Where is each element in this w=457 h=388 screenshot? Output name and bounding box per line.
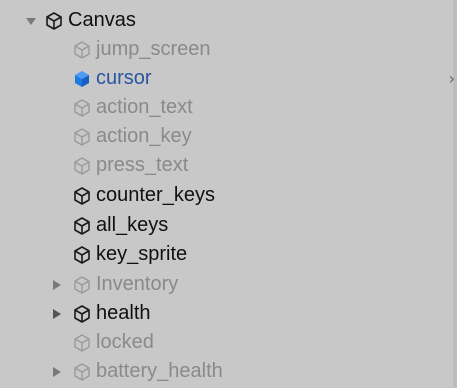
hierarchy-item-label: battery_health <box>96 360 223 382</box>
expanded-arrow-icon[interactable] <box>24 14 38 28</box>
hierarchy-item-label: jump_screen <box>96 38 211 60</box>
game-object-cube-icon <box>72 216 92 236</box>
hierarchy-item-label: action_key <box>96 125 192 147</box>
hierarchy-item-label: health <box>96 302 151 324</box>
game-object-cube-icon <box>72 69 92 89</box>
collapsed-arrow-icon[interactable] <box>50 307 64 321</box>
hierarchy-item-jump-screen[interactable]: jump_screen <box>0 35 445 64</box>
game-object-cube-icon <box>72 245 92 265</box>
panel-edge <box>453 0 457 387</box>
hierarchy-item-counter-keys[interactable]: counter_keys <box>0 181 445 210</box>
game-object-cube-icon <box>72 362 92 382</box>
game-object-cube-icon <box>72 156 92 176</box>
collapsed-arrow-icon[interactable] <box>50 278 64 292</box>
hierarchy-item-battery-health[interactable]: battery_health <box>0 357 445 386</box>
hierarchy-item-label: all_keys <box>96 214 169 236</box>
side-chevron-icon[interactable]: › <box>449 69 455 88</box>
game-object-cube-icon <box>72 186 92 206</box>
game-object-cube-icon <box>44 11 64 31</box>
hierarchy-item-inventory[interactable]: Inventory <box>0 270 445 299</box>
hierarchy-item-label: Canvas <box>68 9 136 31</box>
hierarchy-panel: Canvas jump_screen cursor action_text ac… <box>0 0 457 387</box>
hierarchy-item-press-text[interactable]: press_text <box>0 151 445 180</box>
game-object-cube-icon <box>72 333 92 353</box>
game-object-cube-icon <box>72 275 92 295</box>
hierarchy-item-label: counter_keys <box>96 184 215 206</box>
collapsed-arrow-icon[interactable] <box>50 365 64 379</box>
game-object-cube-icon <box>72 40 92 60</box>
hierarchy-item-action-key[interactable]: action_key <box>0 122 445 151</box>
hierarchy-item-label: locked <box>96 331 154 353</box>
game-object-cube-icon <box>72 98 92 118</box>
hierarchy-item-action-text[interactable]: action_text <box>0 93 445 122</box>
hierarchy-item-locked[interactable]: locked <box>0 328 445 357</box>
game-object-cube-icon <box>72 304 92 324</box>
hierarchy-item-label: action_text <box>96 96 193 118</box>
hierarchy-item-canvas[interactable]: Canvas <box>0 6 445 35</box>
hierarchy-item-label: key_sprite <box>96 243 188 265</box>
hierarchy-item-label: cursor <box>96 67 152 89</box>
hierarchy-item-cursor[interactable]: cursor <box>0 64 445 93</box>
hierarchy-item-all-keys[interactable]: all_keys <box>0 211 445 240</box>
hierarchy-item-label: Inventory <box>96 273 179 295</box>
hierarchy-item-health[interactable]: health <box>0 299 445 328</box>
hierarchy-item-key-sprite[interactable]: key_sprite <box>0 240 445 269</box>
game-object-cube-icon <box>72 127 92 147</box>
hierarchy-item-label: press_text <box>96 154 189 176</box>
